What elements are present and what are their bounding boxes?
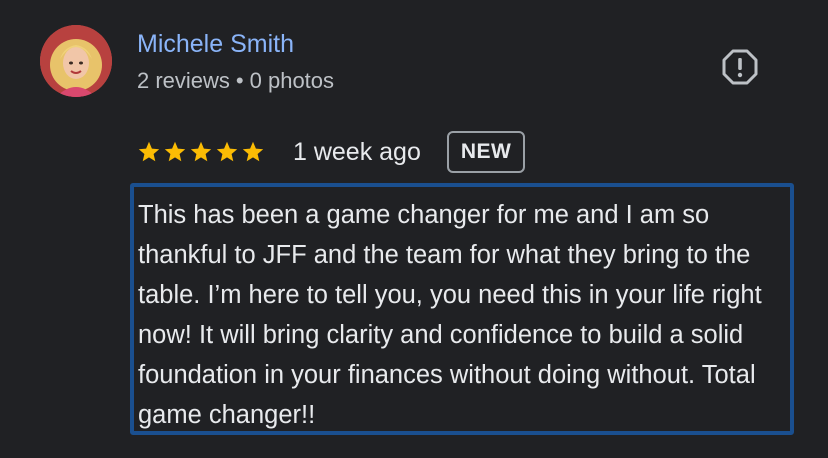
star-icon: [138, 141, 160, 162]
reviewer-meta: 2 reviews • 0 photos: [137, 66, 334, 96]
reviews-count: 2 reviews: [137, 68, 230, 93]
new-badge: NEW: [446, 131, 526, 173]
avatar-photo: [40, 25, 112, 97]
star-icon: [216, 141, 238, 162]
star-icon: [190, 141, 212, 162]
star-icon: [242, 141, 264, 162]
photos-count: 0 photos: [249, 68, 335, 93]
star-icon: [164, 141, 186, 162]
review-time: 1 week ago: [293, 137, 421, 166]
rating-row: 1 week ago NEW: [137, 130, 526, 174]
star-rating: [137, 140, 265, 164]
reviewer-avatar[interactable]: [40, 25, 112, 97]
review-text-highlight: This has been a game changer for me and …: [130, 183, 794, 435]
reviewer-name[interactable]: Michele Smith: [137, 28, 294, 60]
report-flag-icon[interactable]: [721, 48, 759, 86]
review-text: This has been a game changer for me and …: [138, 201, 762, 429]
meta-separator: •: [235, 68, 244, 93]
